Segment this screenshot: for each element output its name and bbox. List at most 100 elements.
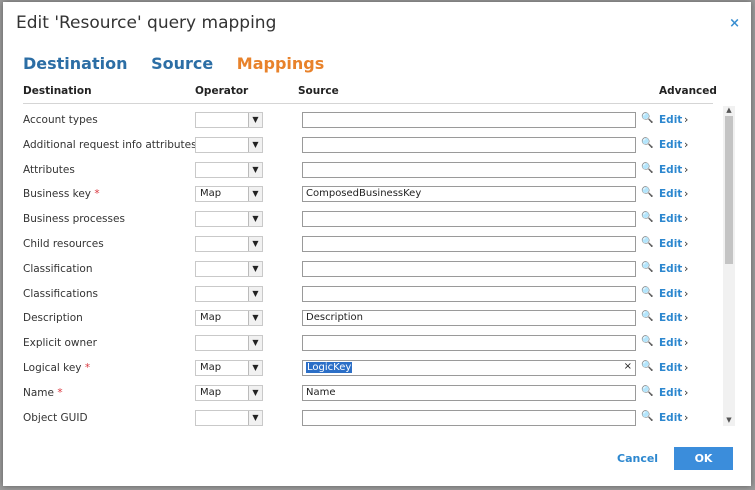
- search-icon[interactable]: 🔍: [641, 386, 653, 397]
- source-input[interactable]: [302, 335, 636, 352]
- source-input[interactable]: [302, 285, 636, 302]
- operator-select[interactable]: ▼: [195, 409, 263, 426]
- edit-link[interactable]: Edit: [659, 337, 682, 349]
- destination-label: Business key *: [23, 188, 100, 200]
- chevron-right-icon[interactable]: ›: [684, 411, 688, 424]
- chevron-right-icon[interactable]: ›: [684, 361, 688, 374]
- table-row: Additional request info attributes ▼ 🔍 Edit…: [23, 132, 721, 157]
- operator-select[interactable]: ▼: [195, 112, 263, 128]
- source-input[interactable]: [302, 112, 636, 128]
- operator-select[interactable]: ▼: [195, 285, 263, 302]
- clear-icon[interactable]: ×: [624, 361, 632, 372]
- edit-link[interactable]: Edit: [659, 213, 682, 225]
- chevron-right-icon[interactable]: ›: [684, 138, 688, 151]
- search-icon[interactable]: 🔍: [641, 138, 653, 149]
- source-input[interactable]: ComposedBusinessKey: [302, 186, 636, 203]
- search-icon[interactable]: 🔍: [641, 287, 653, 298]
- search-icon[interactable]: 🔍: [641, 361, 653, 372]
- chevron-right-icon[interactable]: ›: [684, 287, 688, 300]
- chevron-right-icon[interactable]: ›: [684, 163, 688, 176]
- dialog-title: Edit 'Resource' query mapping: [16, 13, 277, 33]
- chevron-right-icon[interactable]: ›: [684, 113, 688, 126]
- chevron-right-icon[interactable]: ›: [684, 237, 688, 250]
- operator-select[interactable]: ▼: [195, 335, 263, 352]
- edit-link[interactable]: Edit: [659, 188, 682, 200]
- chevron-down-icon[interactable]: ▼: [248, 261, 262, 276]
- mapping-rows: Account types ▼ 🔍 Edit › Additional request i…: [23, 107, 721, 429]
- chevron-down-icon[interactable]: ▼: [248, 410, 262, 425]
- operator-select[interactable]: Map ▼: [195, 310, 263, 327]
- source-input[interactable]: [302, 136, 636, 153]
- destination-name: Classification: [23, 262, 93, 275]
- destination-label: Attributes: [23, 164, 75, 176]
- tab-mappings[interactable]: Mappings: [237, 54, 324, 73]
- destination-name: Additional request info attributes: [23, 138, 197, 151]
- operator-select[interactable]: Map ▼: [195, 186, 263, 203]
- edit-link[interactable]: Edit: [659, 387, 682, 399]
- source-input[interactable]: [302, 211, 636, 228]
- destination-name: Object GUID: [23, 411, 88, 424]
- destination-label: Account types: [23, 114, 98, 126]
- search-icon[interactable]: 🔍: [641, 336, 653, 347]
- operator-select[interactable]: ▼: [195, 161, 263, 178]
- cancel-button[interactable]: Cancel: [617, 452, 658, 465]
- operator-select[interactable]: ▼: [195, 211, 263, 228]
- chevron-down-icon[interactable]: ▼: [248, 113, 262, 127]
- edit-link[interactable]: Edit: [659, 362, 682, 374]
- search-icon[interactable]: 🔍: [641, 163, 653, 174]
- source-input[interactable]: [302, 409, 636, 426]
- operator-select[interactable]: ▼: [195, 136, 263, 153]
- search-icon[interactable]: 🔍: [641, 237, 653, 248]
- operator-select[interactable]: ▼: [195, 260, 263, 277]
- scrollbar[interactable]: ▲ ▼: [723, 106, 735, 426]
- edit-link[interactable]: Edit: [659, 312, 682, 324]
- edit-link[interactable]: Edit: [659, 238, 682, 250]
- source-input[interactable]: LogicKey ×: [302, 359, 636, 376]
- search-icon[interactable]: 🔍: [641, 113, 653, 124]
- chevron-down-icon[interactable]: ▼: [248, 162, 262, 177]
- tab-source[interactable]: Source: [151, 54, 213, 73]
- chevron-down-icon[interactable]: ▼: [248, 360, 262, 375]
- table-row: Explicit owner ▼ 🔍 Edit ›: [23, 330, 721, 355]
- operator-select[interactable]: Map ▼: [195, 384, 263, 401]
- scroll-up-icon[interactable]: ▲: [723, 106, 735, 116]
- source-input[interactable]: Description: [302, 310, 636, 327]
- search-icon[interactable]: 🔍: [641, 262, 653, 273]
- search-icon[interactable]: 🔍: [641, 411, 653, 422]
- chevron-down-icon[interactable]: ▼: [248, 236, 262, 251]
- chevron-down-icon[interactable]: ▼: [248, 212, 262, 227]
- chevron-down-icon[interactable]: ▼: [248, 311, 262, 326]
- ok-button[interactable]: OK: [674, 447, 733, 470]
- chevron-right-icon[interactable]: ›: [684, 212, 688, 225]
- chevron-right-icon[interactable]: ›: [684, 262, 688, 275]
- chevron-right-icon[interactable]: ›: [684, 187, 688, 200]
- edit-link[interactable]: Edit: [659, 139, 682, 151]
- search-icon[interactable]: 🔍: [641, 212, 653, 223]
- operator-value: Map: [200, 361, 222, 373]
- scroll-thumb[interactable]: [725, 116, 733, 264]
- edit-link[interactable]: Edit: [659, 114, 682, 126]
- edit-link[interactable]: Edit: [659, 412, 682, 424]
- chevron-down-icon[interactable]: ▼: [248, 336, 262, 351]
- edit-link[interactable]: Edit: [659, 288, 682, 300]
- close-icon[interactable]: ×: [729, 16, 740, 31]
- chevron-right-icon[interactable]: ›: [684, 336, 688, 349]
- operator-select[interactable]: Map ▼: [195, 359, 263, 376]
- search-icon[interactable]: 🔍: [641, 187, 653, 198]
- scroll-down-icon[interactable]: ▼: [723, 416, 735, 426]
- edit-link[interactable]: Edit: [659, 164, 682, 176]
- source-input[interactable]: [302, 235, 636, 252]
- operator-select[interactable]: ▼: [195, 235, 263, 252]
- chevron-down-icon[interactable]: ▼: [248, 187, 262, 202]
- source-input[interactable]: [302, 260, 636, 277]
- edit-link[interactable]: Edit: [659, 263, 682, 275]
- search-icon[interactable]: 🔍: [641, 311, 653, 322]
- chevron-down-icon[interactable]: ▼: [248, 385, 262, 400]
- chevron-right-icon[interactable]: ›: [684, 311, 688, 324]
- source-input[interactable]: [302, 161, 636, 178]
- chevron-right-icon[interactable]: ›: [684, 386, 688, 399]
- tab-destination[interactable]: Destination: [23, 54, 128, 73]
- source-input[interactable]: Name: [302, 384, 636, 401]
- chevron-down-icon[interactable]: ▼: [248, 137, 262, 152]
- chevron-down-icon[interactable]: ▼: [248, 286, 262, 301]
